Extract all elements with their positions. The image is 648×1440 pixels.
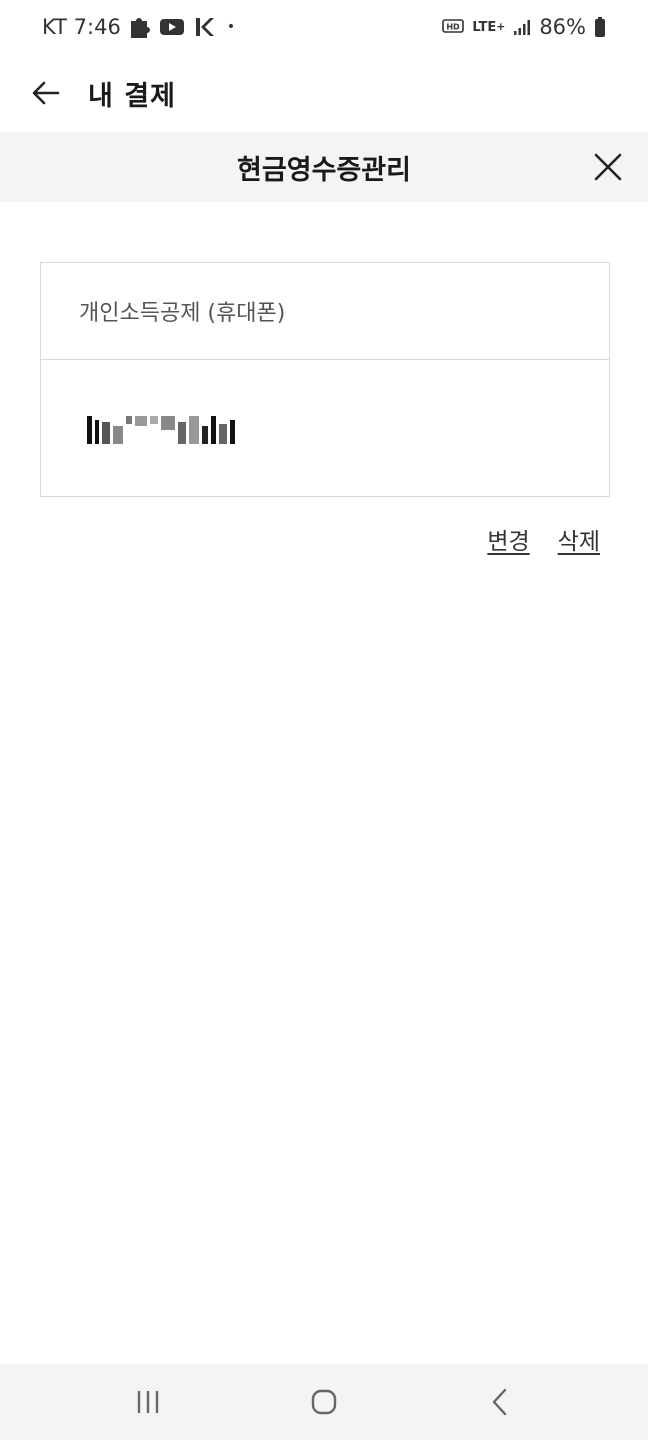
close-button[interactable] bbox=[586, 145, 630, 189]
app-screen: KT 7:46 • HD LTE + 86% 내 결제 현금영수증관리 개인소득… bbox=[0, 0, 648, 1440]
signal-icon bbox=[513, 18, 531, 36]
status-separator: • bbox=[226, 19, 236, 35]
page-title: 내 결제 bbox=[88, 80, 176, 112]
lte-plus-icon: LTE + bbox=[472, 19, 506, 35]
recent-apps-icon bbox=[137, 1391, 159, 1413]
svg-text:HD: HD bbox=[447, 23, 461, 32]
receipt-actions: 변경 삭제 bbox=[487, 522, 600, 556]
puzzle-icon bbox=[129, 15, 151, 39]
k-app-icon bbox=[193, 16, 215, 38]
youtube-icon bbox=[159, 17, 185, 37]
battery-percent: 86% bbox=[539, 15, 586, 39]
network-label: LTE bbox=[472, 19, 497, 35]
status-right: HD LTE + 86% bbox=[442, 15, 606, 39]
receipt-card: 개인소득공제 (휴대폰) bbox=[40, 262, 610, 497]
change-button[interactable]: 변경 bbox=[487, 522, 529, 556]
back-button[interactable] bbox=[28, 75, 64, 111]
receipt-type: 개인소득공제 (휴대폰) bbox=[41, 263, 609, 360]
system-nav-bar bbox=[0, 1364, 648, 1440]
app-header: 내 결제 bbox=[0, 54, 648, 132]
nav-back-icon bbox=[492, 1388, 507, 1416]
close-icon bbox=[594, 153, 622, 181]
hd-call-icon: HD bbox=[442, 18, 465, 36]
receipt-number-row bbox=[41, 360, 609, 498]
home-button[interactable] bbox=[294, 1372, 354, 1432]
back-arrow-icon bbox=[32, 81, 60, 105]
delete-button[interactable]: 삭제 bbox=[558, 522, 600, 556]
carrier-time: KT 7:46 bbox=[42, 15, 121, 39]
status-bar: KT 7:46 • HD LTE + 86% bbox=[0, 0, 648, 54]
home-icon bbox=[311, 1389, 337, 1415]
masked-phone-number bbox=[87, 414, 235, 444]
status-left: KT 7:46 • bbox=[42, 15, 235, 39]
modal-title-band: 현금영수증관리 bbox=[0, 132, 648, 202]
battery-icon bbox=[594, 16, 606, 38]
nav-back-button[interactable] bbox=[470, 1372, 530, 1432]
modal-title: 현금영수증관리 bbox=[237, 154, 411, 186]
recent-apps-button[interactable] bbox=[118, 1372, 178, 1432]
